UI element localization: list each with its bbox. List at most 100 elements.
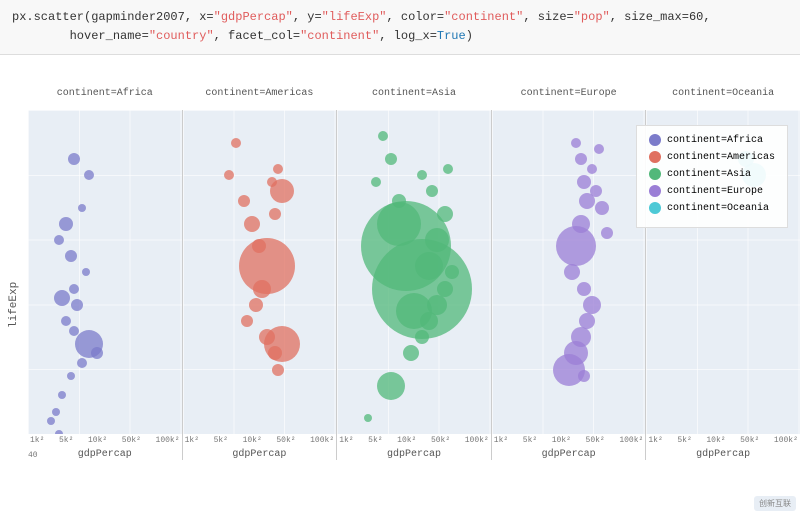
facet-title: continent=Europe: [492, 88, 646, 99]
bubble: [231, 138, 241, 148]
bubble: [91, 347, 103, 359]
legend-label: continent=Europe: [667, 186, 763, 197]
bubble: [583, 296, 601, 314]
bubble: [377, 202, 421, 246]
bubble: [55, 430, 63, 434]
facet-title: continent=Oceania: [646, 88, 800, 99]
bubble: [68, 153, 80, 165]
bubble: [564, 264, 580, 280]
legend-color-dot: [649, 168, 661, 180]
bubble: [556, 226, 596, 266]
bubble: [77, 358, 87, 368]
bubble: [244, 216, 260, 232]
bubble: [578, 370, 590, 382]
bubble: [575, 153, 587, 165]
facet-plot: [337, 110, 491, 434]
bubble: [59, 217, 73, 231]
x-ticks: 1k²5k²10k²50k²100k²: [28, 436, 182, 445]
x-ticks: 1k²5k²10k²50k²100k²: [183, 436, 337, 445]
facet-0: continent=Africa1k²5k²10k²50k²100k²gdpPe…: [28, 110, 183, 460]
x-ticks: 1k²5k²10k²50k²100k²: [492, 436, 646, 445]
bubble: [84, 170, 94, 180]
bubble: [437, 206, 453, 222]
facet-plot: [183, 110, 337, 434]
bubble: [415, 252, 443, 280]
bubble: [249, 298, 263, 312]
legend-item: continent=Asia: [649, 168, 775, 180]
bubble: [594, 144, 604, 154]
bubble: [71, 299, 83, 311]
chart-legend: continent=Africa continent=Americas contin…: [636, 125, 788, 228]
bubble: [577, 175, 591, 189]
bubble: [377, 372, 405, 400]
facet-title: continent=Asia: [337, 88, 491, 99]
bubble: [417, 170, 427, 180]
x-axis-label: gdpPercap: [492, 449, 646, 460]
legend-label: continent=Oceania: [667, 203, 769, 214]
bubble: [241, 315, 253, 327]
legend-color-dot: [649, 134, 661, 146]
legend-color-dot: [649, 185, 661, 197]
bubble: [54, 290, 70, 306]
x-axis-label: gdpPercap: [28, 449, 182, 460]
legend-item: continent=Africa: [649, 134, 775, 146]
legend-label: continent=Africa: [667, 135, 763, 146]
facet-3: continent=Europe1k²5k²10k²50k²100k²gdpPe…: [492, 110, 647, 460]
bubble: [371, 177, 381, 187]
bubble: [67, 372, 75, 380]
watermark: 创新互联: [754, 496, 796, 511]
bubble: [61, 316, 71, 326]
x-axis-label: gdpPercap: [646, 449, 800, 460]
bubble: [82, 268, 90, 276]
bubble: [58, 391, 66, 399]
bubble: [587, 164, 597, 174]
bubble: [426, 185, 438, 197]
legend-item: continent=Oceania: [649, 202, 775, 214]
bubble: [272, 364, 284, 376]
bubble: [269, 208, 281, 220]
facet-2: continent=Asia1k²5k²10k²50k²100k²gdpPerc…: [337, 110, 492, 460]
bubble: [65, 250, 77, 262]
bubble: [403, 345, 419, 361]
bubble: [577, 282, 591, 296]
bubble: [54, 235, 64, 245]
bubble: [415, 330, 429, 344]
chart-area: 85 80 75 70 65 60 55 50 45 40 lifeExp co…: [0, 55, 800, 515]
facets-container: continent=Africa1k²5k²10k²50k²100k²gdpPe…: [28, 55, 800, 515]
x-ticks: 1k²5k²10k²50k²100k²: [337, 436, 491, 445]
bubble: [425, 228, 449, 252]
bubble: [571, 138, 581, 148]
bubble: [601, 227, 613, 239]
legend-label: continent=Asia: [667, 169, 751, 180]
facet-title: continent=Americas: [183, 88, 337, 99]
y-axis-label: lifeExp: [0, 115, 28, 495]
bubble: [238, 195, 250, 207]
facet-1: continent=Americas1k²5k²10k²50k²100k²gdp…: [183, 110, 338, 460]
facet-plot: [28, 110, 182, 434]
bubble: [378, 131, 388, 141]
bubble: [270, 179, 294, 203]
legend-item: continent=Americas: [649, 151, 775, 163]
bubble: [52, 408, 60, 416]
bubble: [443, 164, 453, 174]
legend-color-dot: [649, 202, 661, 214]
code-header: px.scatter(gapminder2007, x="gdpPercap",…: [0, 0, 800, 55]
bubble: [445, 265, 459, 279]
bubble: [224, 170, 234, 180]
bubble: [385, 153, 397, 165]
bubble: [47, 417, 55, 425]
legend-item: continent=Europe: [649, 185, 775, 197]
bubble: [69, 284, 79, 294]
bubble: [364, 414, 372, 422]
x-ticks: 1k²5k²10k²50k²100k²: [646, 436, 800, 445]
bubble: [427, 295, 447, 315]
code-line-2: hover_name="country", facet_col="contine…: [12, 27, 788, 46]
code-line-1: px.scatter(gapminder2007, x="gdpPercap",…: [12, 8, 788, 27]
bubble: [253, 280, 271, 298]
x-axis-label: gdpPercap: [337, 449, 491, 460]
bubble: [595, 201, 609, 215]
x-axis-label: gdpPercap: [183, 449, 337, 460]
facet-plot: [492, 110, 646, 434]
bubble: [590, 185, 602, 197]
legend-label: continent=Americas: [667, 152, 775, 163]
